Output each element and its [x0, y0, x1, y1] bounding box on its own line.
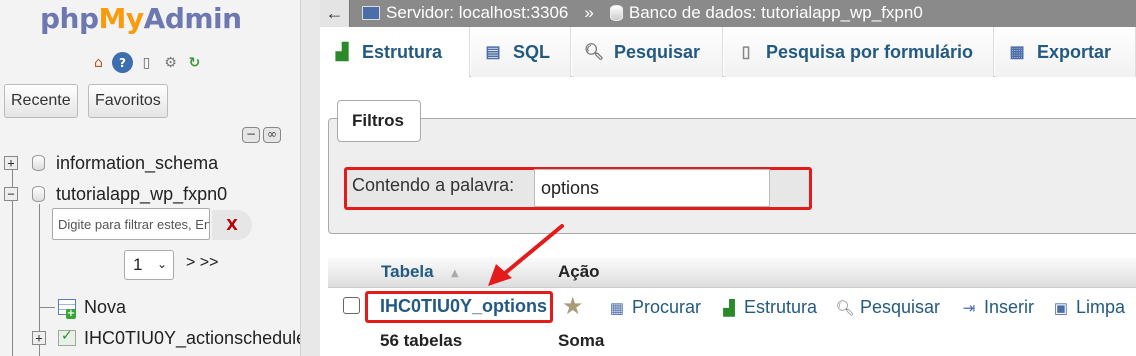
- insert-icon: ⇥: [962, 299, 976, 317]
- add-icon: +: [66, 308, 76, 319]
- main-tabs: ▟ Estrutura ▤ SQL 🔍︎ Pesquisar ▯ Pesquis…: [320, 27, 1136, 78]
- action-label: Inserir: [984, 297, 1035, 317]
- table-count: 56 tabelas: [380, 331, 463, 350]
- tab-label: Pesquisar: [614, 41, 701, 62]
- breadcrumb-separator: »: [584, 3, 594, 22]
- tab-query[interactable]: ▯ Pesquisa por formulário: [724, 27, 994, 77]
- tab-search[interactable]: 🔍︎ Pesquisar: [572, 27, 723, 77]
- page-select-value: 1: [133, 255, 143, 274]
- empty-action[interactable]: ▣ Limpa: [1052, 297, 1125, 318]
- table-header: [328, 258, 1136, 288]
- reload-icon[interactable]: ↻: [184, 52, 205, 73]
- db-item-tutorialapp[interactable]: tutorialapp_wp_fxpn0: [56, 184, 227, 205]
- tab-structure[interactable]: ▟ Estrutura: [320, 27, 470, 78]
- action-label: Limpa: [1076, 297, 1126, 317]
- tab-label: Pesquisa por formulário: [766, 41, 974, 62]
- filter-keyword-input[interactable]: [534, 169, 770, 207]
- page-select[interactable]: 1 ⌄: [124, 250, 174, 280]
- expand-db-button[interactable]: +: [4, 156, 18, 170]
- database-icon: [609, 5, 623, 21]
- clear-filter-button[interactable]: X: [212, 210, 252, 240]
- query-icon: ▯: [741, 44, 751, 61]
- new-table-link[interactable]: Nova: [84, 297, 126, 318]
- back-arrow-icon[interactable]: ←: [320, 0, 350, 27]
- phpmyadmin-logo[interactable]: phpMyAdmin: [40, 2, 242, 35]
- action-label: Estrutura: [744, 297, 818, 317]
- browse-icon: ▦: [609, 299, 625, 317]
- chevron-down-icon: ⌄: [156, 257, 167, 271]
- empty-table-icon: ▣: [1053, 299, 1069, 317]
- table-item-actionscheduler[interactable]: IHC0TIU0Y_actionscheduler: [84, 328, 312, 349]
- sidebar-scrollbar[interactable]: [300, 0, 320, 356]
- table-filter-input[interactable]: [52, 208, 210, 240]
- navigation-sidebar: phpMyAdmin ⌂ ? ▯ ⚙ ↻ Recente Favoritos −…: [0, 0, 320, 356]
- tree-line: [39, 307, 55, 308]
- tab-label: Estrutura: [362, 41, 443, 62]
- database-icon: [32, 186, 45, 202]
- export-icon: ▦: [1009, 44, 1025, 61]
- breadcrumb-database[interactable]: Banco de dados: tutorialapp_wp_fxpn0: [629, 3, 923, 23]
- db-item-information-schema[interactable]: information_schema: [56, 153, 218, 174]
- collapse-db-button[interactable]: −: [4, 187, 18, 201]
- action-label: Pesquisar: [860, 297, 941, 317]
- annotation-arrow: [488, 224, 564, 286]
- quick-links: ⌂ ? ▯ ⚙ ↻: [88, 52, 205, 73]
- link-with-main-icon[interactable]: ∞: [263, 127, 281, 143]
- database-icon: [32, 155, 45, 171]
- tab-sql[interactable]: ▤ SQL: [471, 27, 571, 77]
- search-icon: 🔍︎: [583, 44, 605, 61]
- recent-tables-button[interactable]: Recente: [4, 84, 78, 118]
- filter-legend: Filtros: [337, 100, 421, 142]
- breadcrumb-server[interactable]: Servidor: localhost:3306: [386, 3, 568, 23]
- column-header-table[interactable]: Tabela: [381, 262, 434, 282]
- tab-export[interactable]: ▦ Exportar: [995, 27, 1136, 77]
- breadcrumb-bar: ← Servidor: localhost:3306 » Banco de da…: [320, 0, 1136, 27]
- table-name-link[interactable]: IHC0TIU0Y_options: [380, 296, 547, 317]
- collapse-all-icon[interactable]: −: [242, 127, 260, 143]
- tab-label: SQL: [513, 41, 551, 62]
- tree-controls: − ∞: [242, 127, 281, 143]
- structure-action[interactable]: ▟ Estrutura: [720, 297, 817, 318]
- sum-label: Soma: [558, 331, 605, 350]
- breadcrumb: Servidor: localhost:3306 » Banco de dado…: [362, 3, 923, 23]
- server-icon: [362, 6, 380, 20]
- favorite-tables-button[interactable]: Favoritos: [88, 84, 168, 118]
- sort-asc-icon[interactable]: ▲: [451, 268, 459, 279]
- favorite-star-icon[interactable]: ★: [562, 292, 584, 320]
- filter-label: Contendo a palavra:: [352, 175, 515, 195]
- settings-icon[interactable]: ⚙: [160, 52, 181, 73]
- search-action[interactable]: 🔍︎ Pesquisar: [835, 297, 941, 318]
- expand-table-button[interactable]: +: [32, 331, 46, 345]
- insert-action[interactable]: ⇥ Inserir: [960, 297, 1034, 318]
- docs-icon[interactable]: ▯: [136, 52, 157, 73]
- structure-icon: ▟: [335, 44, 349, 61]
- structure-icon: ▟: [723, 299, 735, 317]
- row-checkbox[interactable]: [343, 297, 360, 314]
- tab-label: Exportar: [1037, 41, 1112, 62]
- search-icon: 🔍︎: [835, 299, 855, 317]
- sql-icon: ▤: [485, 44, 501, 61]
- table-structure-icon[interactable]: [58, 328, 76, 346]
- next-page-link[interactable]: > >>: [186, 254, 218, 272]
- home-icon[interactable]: ⌂: [88, 52, 109, 73]
- action-label: Procurar: [632, 297, 702, 317]
- browse-action[interactable]: ▦ Procurar: [608, 297, 701, 318]
- help-icon[interactable]: ?: [112, 52, 133, 73]
